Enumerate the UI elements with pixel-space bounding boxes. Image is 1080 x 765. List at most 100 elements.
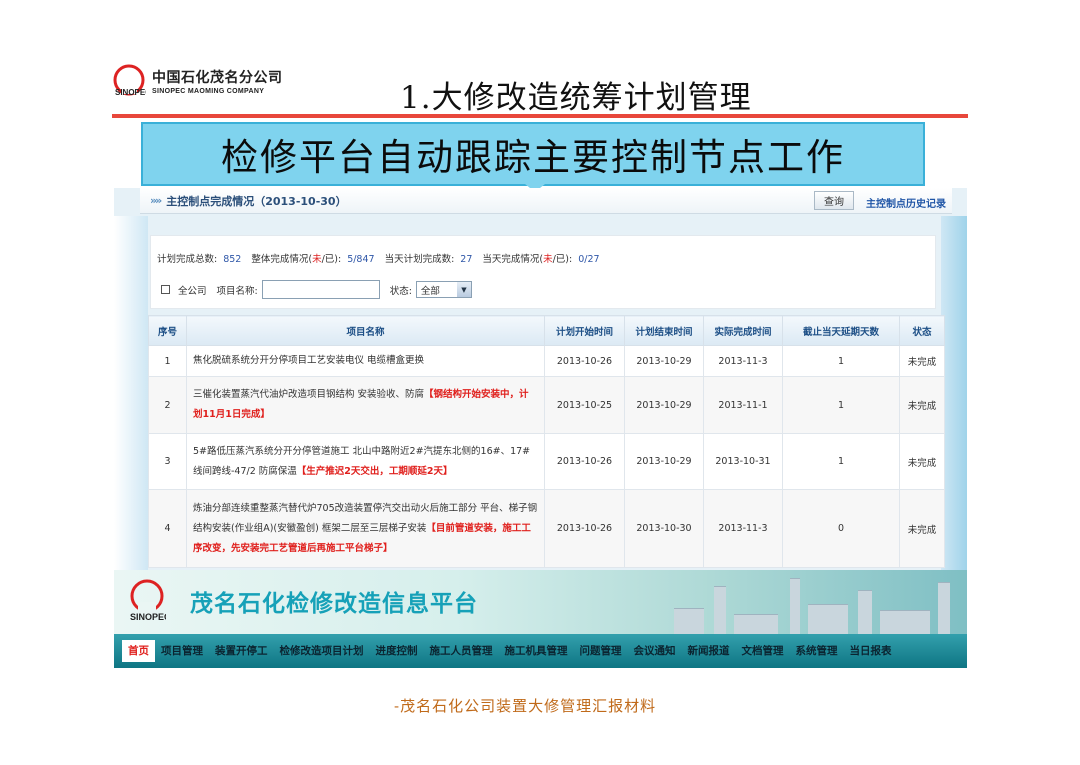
col-header-delay: 截止当天延期天数 [782, 315, 900, 346]
project-name-input[interactable] [261, 280, 380, 299]
today-label-red: 未 [543, 254, 553, 265]
table-row[interactable]: 1 焦化脱硫系统分开分停项目工艺安装电仪 电缆槽盒更换 2013-10-26 2… [148, 345, 945, 377]
nav-item-news[interactable]: 新闻报道 [682, 640, 736, 662]
double-chevron-icon: »» [150, 194, 162, 207]
cell-status: 未完成 [899, 345, 945, 377]
cell-no: 2 [148, 376, 187, 434]
platform-name: 茂名石化检修改造信息平台 [190, 591, 478, 617]
query-button[interactable]: 查询 [814, 191, 854, 210]
cell-done: 2013-11-3 [703, 489, 783, 568]
plant-illustration [858, 590, 872, 634]
overall-value: 5/847 [347, 254, 375, 265]
name-highlight: 【生产推迟2天交出，工期顺延2天】 [296, 465, 453, 477]
nav-item-documents[interactable]: 文档管理 [736, 640, 790, 662]
platform-screenshot: »» 主控制点完成情况（2013-10-30） 查询 主控制点历史记录 计划完成… [114, 188, 967, 668]
today-label: 当天完成情况( [482, 254, 544, 265]
table-row[interactable]: 2 三催化装置蒸汽代油炉改造项目钢结构 安装验收、防腐【钢结构开始安装中，计划1… [148, 376, 945, 434]
cell-end: 2013-10-29 [624, 345, 704, 377]
nav-item-plan[interactable]: 检修改造项目计划 [274, 640, 370, 662]
sinopec-emblem-icon: SINOPEC [130, 579, 166, 622]
table-header-row: 序号 项目名称 计划开始时间 计划结束时间 实际完成时间 截止当天延期天数 状态 [148, 315, 945, 346]
col-header-end: 计划结束时间 [624, 315, 704, 346]
headline-banner: 检修平台自动跟踪主要控制节点工作 [141, 122, 925, 186]
table-row[interactable]: 3 5#路低压蒸汽系统分开分停管道施工 北山中路附近2#汽提东北侧的16#、17… [148, 433, 945, 490]
project-name-label: 项目名称: [216, 285, 258, 297]
plant-illustration [938, 582, 950, 634]
status-label: 状态: [389, 285, 412, 297]
cell-name: 三催化装置蒸汽代油炉改造项目钢结构 安装验收、防腐【钢结构开始安装中，计划11月… [186, 376, 545, 434]
nav-item-equipment[interactable]: 施工机具管理 [499, 640, 574, 662]
cell-start: 2013-10-26 [544, 345, 625, 377]
cell-done: 2013-11-3 [703, 345, 783, 377]
status-select-value: 全部 [420, 285, 440, 297]
plant-illustration [734, 614, 778, 634]
overall-label: 整体完成情况( [251, 254, 313, 265]
today-label-end: /已): [552, 254, 573, 265]
cell-name: 5#路低压蒸汽系统分开分停管道施工 北山中路附近2#汽提东北侧的16#、17#线… [186, 433, 545, 490]
col-header-no: 序号 [148, 315, 187, 346]
sinopec-emblem-icon: SINOPEC [113, 64, 146, 97]
panel-title: 主控制点完成情况（2013-10-30） [166, 194, 347, 208]
status-select[interactable]: 全部 ▼ [415, 281, 472, 298]
svg-text:SINOPEC: SINOPEC [130, 612, 166, 622]
all-company-label: 全公司 [178, 285, 207, 297]
plant-illustration [674, 608, 704, 634]
cell-status: 未完成 [899, 376, 945, 434]
side-decoration-left [114, 216, 148, 576]
today-plan-label: 当天计划完成数: [384, 254, 455, 265]
cell-start: 2013-10-25 [544, 376, 625, 434]
plant-illustration [714, 586, 726, 634]
nav-item-meetings[interactable]: 会议通知 [628, 640, 682, 662]
all-company-checkbox[interactable] [161, 285, 170, 294]
cell-start: 2013-10-26 [544, 433, 625, 490]
headline-text: 检修平台自动跟踪主要控制节点工作 [221, 136, 845, 179]
plant-illustration [790, 578, 800, 634]
overall-label-red: 未 [312, 254, 322, 265]
cell-delay: 0 [782, 489, 900, 568]
total-value: 852 [223, 254, 242, 265]
stats-summary: 计划完成总数: 852 整体完成情况(未/已): 5/847 当天计划完成数: 27 当天完… [157, 251, 610, 265]
nav-item-personnel[interactable]: 施工人员管理 [424, 640, 499, 662]
platform-banner: SINOPEC 茂名石化检修改造信息平台 [114, 570, 967, 634]
name-text: 焦化脱硫系统分开分停项目工艺安装电仪 电缆槽盒更换 [193, 355, 425, 366]
cell-name: 焦化脱硫系统分开分停项目工艺安装电仪 电缆槽盒更换 [186, 345, 545, 377]
nav-item-system[interactable]: 系统管理 [790, 640, 844, 662]
sinopec-logo: SINOPEC 中国石化茂名分公司 SINOPEC MAOMING COMPAN… [112, 64, 283, 98]
col-header-done: 实际完成时间 [703, 315, 783, 346]
cell-done: 2013-11-1 [703, 376, 783, 434]
cell-no: 3 [148, 433, 187, 490]
panel-header: »» 主控制点完成情况（2013-10-30） 查询 主控制点历史记录 [140, 188, 952, 214]
control-point-table: 序号 项目名称 计划开始时间 计划结束时间 实际完成时间 截止当天延期天数 状态… [148, 315, 945, 568]
nav-item-progress[interactable]: 进度控制 [370, 640, 424, 662]
title-divider [112, 114, 968, 118]
name-text: 三催化装置蒸汽代油炉改造项目钢结构 安装验收、防腐 [193, 389, 425, 400]
nav-item-startup-shutdown[interactable]: 装置开停工 [209, 640, 274, 662]
history-link[interactable]: 主控制点历史记录 [866, 195, 946, 210]
chevron-down-icon[interactable]: ▼ [456, 282, 471, 297]
col-header-status: 状态 [899, 315, 945, 346]
table-row[interactable]: 4 炼油分部连续重整蒸汽替代炉705改造装置停汽交出动火后施工部分 平台、梯子钢… [148, 489, 945, 568]
cell-no: 1 [148, 345, 187, 377]
company-name-cn: 中国石化茂名分公司 [152, 70, 283, 86]
slide-caption: -茂名石化公司装置大修管理汇报材料 [394, 697, 657, 715]
nav-item-issues[interactable]: 问题管理 [574, 640, 628, 662]
cell-end: 2013-10-30 [624, 489, 704, 568]
cell-done: 2013-10-31 [703, 433, 783, 490]
nav-item-projects[interactable]: 项目管理 [155, 640, 209, 662]
cell-status: 未完成 [899, 433, 945, 490]
main-nav: 首页 项目管理 装置开停工 检修改造项目计划 进度控制 施工人员管理 施工机具管… [114, 634, 967, 668]
today-value: 0/27 [578, 254, 600, 265]
cell-name: 炼油分部连续重整蒸汽替代炉705改造装置停汽交出动火后施工部分 平台、梯子钢结构… [186, 489, 545, 568]
svg-text:SINOPEC: SINOPEC [115, 88, 146, 97]
filter-row: 全公司 项目名称: 状态: 全部 ▼ [161, 280, 472, 299]
cell-delay: 1 [782, 345, 900, 377]
cell-delay: 1 [782, 433, 900, 490]
nav-item-daily-report[interactable]: 当日报表 [844, 640, 898, 662]
slide-title: 1.大修改造统筹计划管理 [400, 80, 752, 116]
today-plan-value: 27 [460, 254, 473, 265]
filter-panel: 计划完成总数: 852 整体完成情况(未/已): 5/847 当天计划完成数: 27 当天完… [150, 235, 936, 309]
nav-item-home[interactable]: 首页 [122, 640, 155, 662]
cell-no: 4 [148, 489, 187, 568]
cell-end: 2013-10-29 [624, 433, 704, 490]
cell-status: 未完成 [899, 489, 945, 568]
